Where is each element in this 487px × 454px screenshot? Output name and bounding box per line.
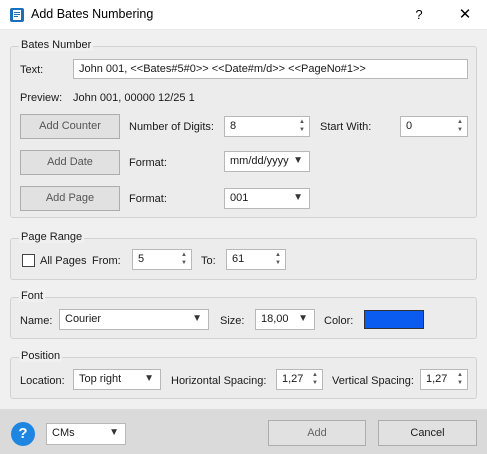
v-spacing-spinbox[interactable]: 1,27 ▲ ▼ [420,369,468,390]
from-value: 5 [138,253,145,265]
units-select[interactable]: CMs ▼ [46,423,126,445]
chevron-down-icon: ▼ [144,373,154,384]
from-label: From: [92,255,121,267]
h-spacing-value: 1,27 [282,373,304,385]
to-spinbox[interactable]: 61 ▲ ▼ [226,249,286,270]
digits-value: 8 [230,120,237,132]
start-with-label: Start With: [320,121,372,133]
digits-label: Number of Digits: [129,121,214,133]
start-with-spinbox[interactable]: 0 ▲ ▼ [400,116,468,137]
font-size-label: Size: [220,315,245,327]
chevron-down-icon: ▼ [293,155,303,166]
spin-arrows-icon[interactable]: ▲ ▼ [455,371,465,388]
location-value: Top right [79,373,122,385]
page-format-value: 001 [230,192,249,204]
spin-arrows-icon[interactable]: ▲ ▼ [455,118,465,135]
to-label: To: [201,255,216,267]
preview-value: John 001, 00000 12/25 1 [73,92,195,104]
help-icon[interactable]: ? [11,422,35,446]
location-label: Location: [20,375,65,387]
spin-arrows-icon[interactable]: ▲ ▼ [310,371,320,388]
chevron-down-icon: ▼ [192,313,202,324]
page-format-select[interactable]: 001 ▼ [224,188,310,209]
add-counter-button[interactable]: Add Counter [20,114,120,139]
font-size-select[interactable]: 18,00 ▼ [255,309,315,330]
chevron-down-icon: ▼ [293,192,303,203]
h-spacing-spinbox[interactable]: 1,27 ▲ ▼ [276,369,323,390]
v-spacing-label: Vertical Spacing: [332,375,414,387]
units-value: CMs [52,427,75,439]
chevron-down-icon: ▼ [298,313,308,324]
footer-bar: ? CMs ▼ Add Cancel [0,409,487,454]
position-group-title: Position [19,350,63,362]
date-format-value: mm/dd/yyyy [230,155,289,167]
font-group-title: Font [19,290,46,302]
help-title-button[interactable]: ? [406,4,432,26]
add-date-button[interactable]: Add Date [20,150,120,175]
font-name-select[interactable]: Courier ▼ [59,309,209,330]
add-page-button[interactable]: Add Page [20,186,120,211]
all-pages-label[interactable]: All Pages [40,255,86,267]
font-color-label: Color: [324,315,354,327]
font-name-label: Name: [20,315,53,327]
page-format-label: Format: [129,193,167,205]
font-size-value: 18,00 [261,313,289,325]
location-select[interactable]: Top right ▼ [73,369,161,390]
font-color-swatch[interactable] [364,310,424,329]
spin-arrows-icon[interactable]: ▲ ▼ [273,251,283,268]
start-with-value: 0 [406,120,413,132]
all-pages-checkbox[interactable] [22,254,35,267]
bates-number-group: Bates Number Text: John 001, <<Bates#5#0… [10,39,477,218]
bates-text-input[interactable]: John 001, <<Bates#5#0>> <<Date#m/d>> <<P… [73,59,468,79]
cancel-button[interactable]: Cancel [378,420,477,446]
text-label: Text: [20,64,44,76]
page-range-group: Page Range All Pages From: 5 ▲ ▼ To: 61 ▲… [10,231,477,280]
font-group: Font Name: Courier ▼ Size: 18,00 ▼ Color… [10,290,477,339]
spin-arrows-icon[interactable]: ▲ ▼ [179,251,189,268]
to-value: 61 [232,253,245,265]
title-bar: Add Bates Numbering ? ✕ [0,0,487,30]
from-spinbox[interactable]: 5 ▲ ▼ [132,249,192,270]
date-format-label: Format: [129,157,167,169]
window-title: Add Bates Numbering [31,7,154,21]
chevron-down-icon: ▼ [109,427,119,438]
preview-label: Preview: [20,92,63,104]
h-spacing-label: Horizontal Spacing: [171,375,267,387]
close-button[interactable]: ✕ [451,3,479,27]
page-range-group-title: Page Range [19,231,85,243]
bates-number-group-title: Bates Number [19,39,94,51]
v-spacing-value: 1,27 [426,373,448,385]
date-format-select[interactable]: mm/dd/yyyy ▼ [224,151,310,172]
spin-arrows-icon[interactable]: ▲ ▼ [297,118,307,135]
font-name-value: Courier [65,313,102,325]
digits-spinbox[interactable]: 8 ▲ ▼ [224,116,310,137]
position-group: Position Location: Top right ▼ Horizonta… [10,350,477,399]
add-button[interactable]: Add [268,420,366,446]
bates-app-icon [10,8,24,22]
